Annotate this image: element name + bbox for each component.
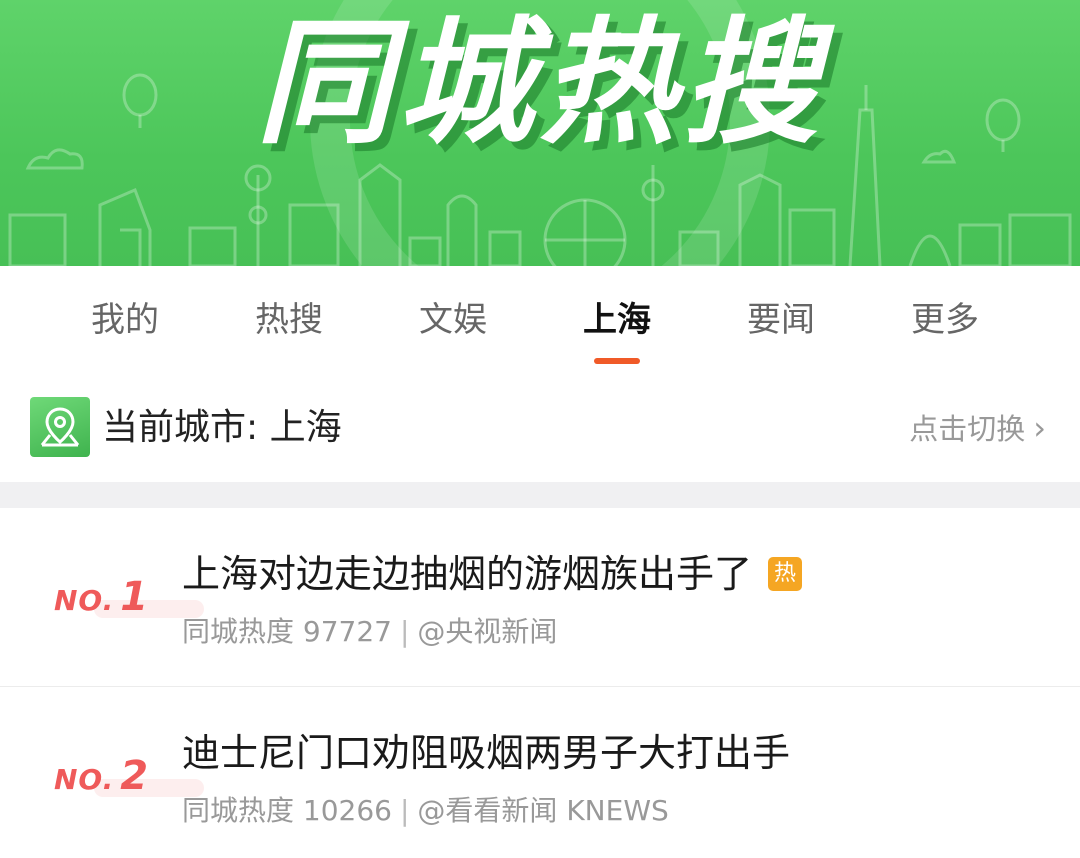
tab-label: 要闻 <box>747 300 815 340</box>
tab-shanghai[interactable]: 上海 <box>535 266 699 378</box>
item-meta: 同城热度 97727 | @央视新闻 <box>182 612 557 652</box>
tab-label: 文娱 <box>419 300 487 340</box>
item-title[interactable]: 迪士尼门口劝阻吸烟两男子大打出手 <box>182 727 790 779</box>
source-account: @央视新闻 <box>417 615 558 648</box>
tab-mine[interactable]: 我的 <box>43 266 207 378</box>
tab-label: 更多 <box>911 300 979 340</box>
rank-label: NO. 1 <box>54 574 204 620</box>
section-divider <box>0 482 1080 508</box>
rank-label: NO. 2 <box>54 753 204 799</box>
tab-more[interactable]: 更多 <box>863 266 1027 378</box>
chevron-right-icon: › <box>1033 409 1046 447</box>
list-item[interactable]: NO. 1 上海对边走边抽烟的游烟族出手了热 同城热度 97727 | @央视新闻 <box>0 508 1080 686</box>
active-tab-indicator <box>594 358 640 364</box>
heat-value: 同城热度 97727 <box>182 615 392 648</box>
tab-headlines[interactable]: 要闻 <box>699 266 863 378</box>
tab-label: 我的 <box>91 300 159 340</box>
tab-hot-search[interactable]: 热搜 <box>207 266 371 378</box>
tab-bar: 我的 热搜 文娱 上海 要闻 更多 <box>0 266 1080 378</box>
switch-city-label: 点击切换 <box>909 412 1026 446</box>
heat-value: 同城热度 10266 <box>182 794 392 827</box>
item-title-text: 迪士尼门口劝阻吸烟两男子大打出手 <box>182 731 791 775</box>
tab-entertainment[interactable]: 文娱 <box>371 266 535 378</box>
item-title-text: 上海对边走边抽烟的游烟族出手了 <box>182 552 753 596</box>
tab-label: 上海 <box>583 300 651 340</box>
source-account: @看看新闻 KNEWS <box>417 794 669 827</box>
list-item[interactable]: NO. 2 迪士尼门口劝阻吸烟两男子大打出手 同城热度 10266 | @看看新闻 K… <box>0 686 1080 858</box>
meta-separator: | <box>399 615 410 648</box>
current-city-row: 当前城市: 上海 点击切换 › <box>0 378 1080 482</box>
location-pin-icon <box>30 397 90 457</box>
meta-separator: | <box>399 794 410 827</box>
item-meta: 同城热度 10266 | @看看新闻 KNEWS <box>182 791 669 831</box>
current-city-label: 当前城市: 上海 <box>102 407 342 448</box>
hot-search-list: NO. 1 上海对边走边抽烟的游烟族出手了热 同城热度 97727 | @央视新闻 N… <box>0 508 1080 858</box>
hot-badge: 热 <box>768 556 803 591</box>
item-title[interactable]: 上海对边走边抽烟的游烟族出手了热 <box>182 548 803 600</box>
header-banner: 同城热搜 <box>0 0 1080 266</box>
switch-city-button[interactable]: 点击切换 › <box>909 408 1046 449</box>
tab-label: 热搜 <box>255 300 323 340</box>
banner-title: 同城热搜 <box>256 5 824 163</box>
